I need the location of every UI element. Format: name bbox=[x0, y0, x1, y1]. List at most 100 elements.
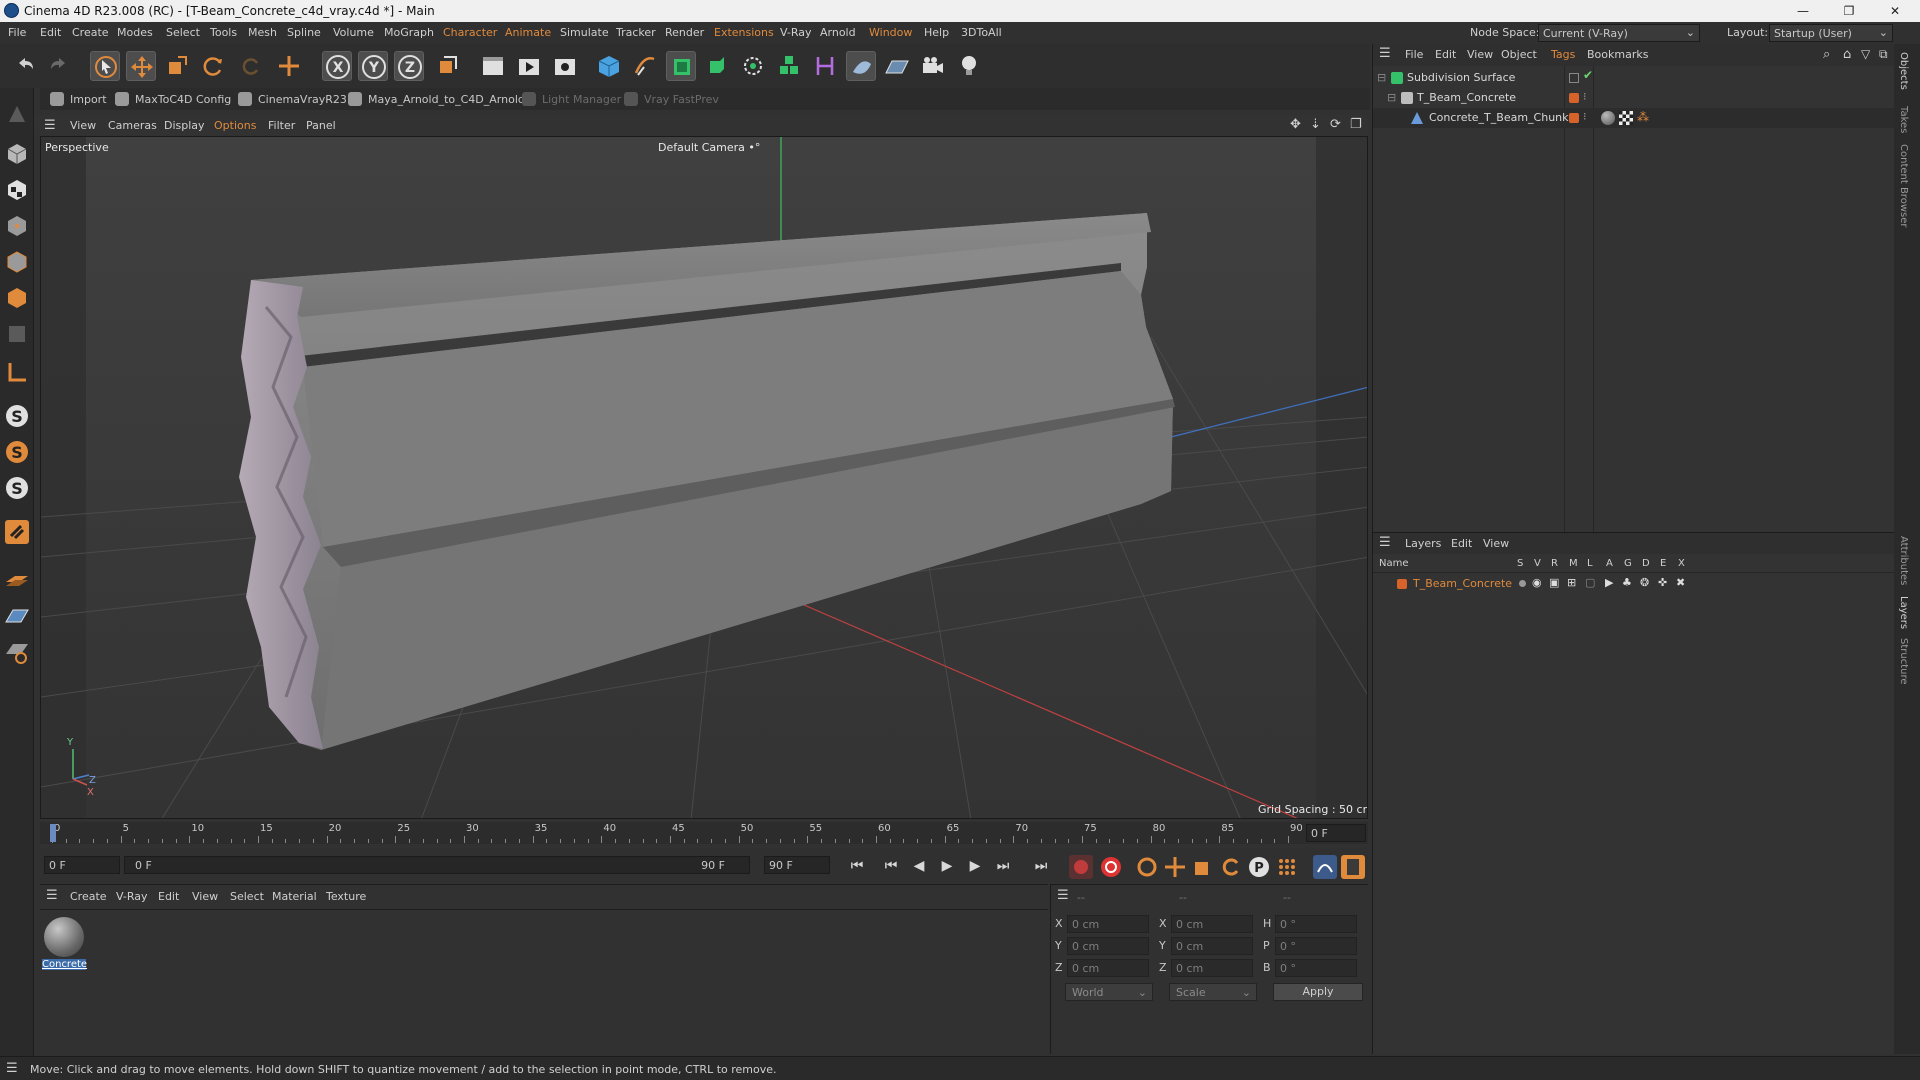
layer-color-swatch[interactable] bbox=[1397, 579, 1407, 589]
material-menu-icon[interactable]: ☰ bbox=[46, 888, 58, 903]
grid-plane-button[interactable] bbox=[3, 602, 31, 630]
floor-button[interactable] bbox=[882, 51, 912, 81]
manager-icon[interactable]: ⊞ bbox=[1567, 576, 1576, 589]
rotate-tool-button[interactable] bbox=[198, 51, 228, 81]
rot-b-field[interactable]: 0 ° bbox=[1275, 959, 1357, 977]
pos-x-field[interactable]: 0 cm bbox=[1067, 915, 1149, 933]
column-animation[interactable]: A bbox=[1606, 558, 1613, 569]
menu-select[interactable]: Select bbox=[166, 26, 200, 39]
record-active-objects-button[interactable] bbox=[1068, 854, 1094, 880]
minimize-button[interactable]: — bbox=[1780, 0, 1826, 22]
menu-help[interactable]: Help bbox=[924, 26, 949, 39]
column-xref[interactable]: X bbox=[1678, 558, 1685, 569]
object-menu-tags[interactable]: Tags bbox=[1551, 48, 1575, 61]
camera-button[interactable] bbox=[918, 51, 948, 81]
perspective-viewport[interactable]: Perspective Default Camera •° Grid Spaci… bbox=[40, 136, 1368, 819]
material-menu-view[interactable]: View bbox=[192, 890, 218, 903]
filter-icon[interactable]: ▽ bbox=[1861, 47, 1870, 61]
recent-tool-button[interactable] bbox=[236, 51, 266, 81]
enabled-check-icon[interactable]: ✔ bbox=[1583, 68, 1593, 82]
menu-3dtoall[interactable]: 3DToAll bbox=[961, 26, 1002, 39]
status-menu-icon[interactable]: ☰ bbox=[6, 1061, 18, 1076]
pos-z-field[interactable]: 0 cm bbox=[1067, 959, 1149, 977]
material-menu-create[interactable]: Create bbox=[70, 890, 107, 903]
object-menu-file[interactable]: File bbox=[1405, 48, 1423, 61]
motion-system-button[interactable] bbox=[1312, 854, 1338, 880]
new-window-icon[interactable]: ⧉ bbox=[1879, 47, 1888, 62]
object-menu-bookmarks[interactable]: Bookmarks bbox=[1587, 48, 1648, 61]
timeline-window-button[interactable] bbox=[1340, 854, 1366, 880]
layer-menu-edit[interactable]: Edit bbox=[1451, 537, 1472, 550]
light-manager-button[interactable]: Light Manager bbox=[522, 92, 621, 106]
expression-icon[interactable]: ✜ bbox=[1658, 576, 1667, 589]
column-locked[interactable]: L bbox=[1587, 558, 1593, 569]
parameter-key-button[interactable]: P bbox=[1246, 854, 1272, 880]
rot-p-field[interactable]: 0 ° bbox=[1275, 937, 1357, 955]
snap-toggle-button[interactable]: S bbox=[3, 402, 31, 430]
maxtoc4d-config-button[interactable]: MaxToC4D Config bbox=[115, 92, 231, 106]
render-icon[interactable]: ▣ bbox=[1549, 576, 1559, 589]
side-tab-layers[interactable]: Layers bbox=[1898, 596, 1909, 629]
column-deformers[interactable]: D bbox=[1642, 558, 1650, 569]
timeline-ruler[interactable]: 0 5 10 15 20 25 30 35 40 45 50 55 60 65 70 75 80 85 90 0 F bbox=[40, 822, 1368, 844]
home-icon[interactable]: ⌂ bbox=[1843, 47, 1851, 62]
coordinate-system-button[interactable] bbox=[432, 51, 462, 81]
snap-settings-button[interactable]: S bbox=[3, 438, 31, 466]
object-menu-edit[interactable]: Edit bbox=[1435, 48, 1456, 61]
material-swatch-concrete[interactable]: Concrete bbox=[42, 917, 87, 973]
maximize-view-icon[interactable]: ❐ bbox=[1350, 117, 1362, 132]
viewport-menu-display[interactable]: Display bbox=[164, 119, 205, 132]
import-plugin-button[interactable]: Import bbox=[50, 92, 107, 106]
mograph-cloner-button[interactable] bbox=[738, 51, 768, 81]
side-tab-objects[interactable]: Objects bbox=[1898, 52, 1909, 90]
viewport-menu-icon[interactable]: ☰ bbox=[44, 118, 56, 133]
vray-fastprev-button[interactable]: Vray FastPrev bbox=[624, 92, 719, 106]
previous-key-button[interactable]: ⏮ bbox=[880, 855, 902, 877]
layer-menu-view[interactable]: View bbox=[1483, 537, 1509, 550]
extrude-button[interactable] bbox=[702, 51, 732, 81]
start-frame-field[interactable]: 0 F bbox=[44, 856, 120, 874]
collapse-icon[interactable]: ⊟ bbox=[1387, 91, 1396, 104]
z-axis-lock-button[interactable]: Z bbox=[394, 51, 424, 81]
object-row-concrete-chunks[interactable]: Concrete_T_Beam_Chunks ⁝ ⁂ bbox=[1373, 108, 1895, 128]
side-tab-attributes[interactable]: Attributes bbox=[1898, 536, 1909, 585]
texture-mode-button[interactable] bbox=[3, 176, 31, 204]
maya-arnold-converter-button[interactable]: Maya_Arnold_to_C4D_Arnold bbox=[348, 92, 525, 106]
close-button[interactable]: ✕ bbox=[1872, 0, 1918, 22]
uvw-tag-icon[interactable] bbox=[1619, 111, 1633, 125]
side-tab-structure[interactable]: Structure bbox=[1898, 638, 1909, 685]
material-tag-icon[interactable] bbox=[1601, 111, 1615, 125]
edges-mode-button[interactable] bbox=[3, 248, 31, 276]
end-frame-field[interactable]: 90 F bbox=[764, 856, 830, 874]
tweak-mode-button[interactable] bbox=[3, 518, 31, 546]
locked-workplane-button[interactable] bbox=[3, 638, 31, 666]
layer-row-t-beam-concrete[interactable]: T_Beam_Concrete ◉ ▣ ⊞ ▢ ▶ ♣ ❂ ✜ ✖ bbox=[1373, 574, 1895, 594]
menu-tracker[interactable]: Tracker bbox=[616, 26, 656, 39]
object-menu-icon[interactable]: ☰ bbox=[1379, 46, 1391, 61]
menu-modes[interactable]: Modes bbox=[117, 26, 153, 39]
y-axis-lock-button[interactable]: Y bbox=[358, 51, 388, 81]
visibility-dots-icon[interactable]: ⁝ bbox=[1583, 110, 1587, 123]
mograph-matrix-button[interactable] bbox=[774, 51, 804, 81]
render-to-picture-viewer-button[interactable] bbox=[514, 51, 544, 81]
coordinates-menu-icon[interactable]: ☰ bbox=[1057, 888, 1069, 903]
menu-window[interactable]: Window bbox=[869, 26, 912, 39]
position-key-button[interactable] bbox=[1162, 854, 1188, 880]
viewport-menu-view[interactable]: View bbox=[70, 119, 96, 132]
menu-extensions[interactable]: Extensions bbox=[714, 26, 774, 39]
size-mode-dropdown[interactable]: Scale ⌄ bbox=[1169, 983, 1257, 1001]
uv-mode-button[interactable] bbox=[3, 320, 31, 348]
vray-tag-icon[interactable]: ⁂ bbox=[1637, 110, 1649, 124]
search-icon[interactable]: ⌕ bbox=[1823, 47, 1830, 62]
menu-simulate[interactable]: Simulate bbox=[560, 26, 609, 39]
menu-mesh[interactable]: Mesh bbox=[248, 26, 277, 39]
next-frame-button[interactable]: ▶ bbox=[964, 855, 986, 877]
eye-icon[interactable]: ◉ bbox=[1532, 576, 1542, 589]
menu-spline[interactable]: Spline bbox=[287, 26, 321, 39]
material-menu-material[interactable]: Material bbox=[272, 890, 317, 903]
layer-menu-layers[interactable]: Layers bbox=[1405, 537, 1441, 550]
current-frame-field[interactable]: 0 F bbox=[1306, 824, 1366, 842]
play-button[interactable]: ▶ bbox=[936, 855, 958, 877]
material-menu-texture[interactable]: Texture bbox=[326, 890, 366, 903]
menu-animate[interactable]: Animate bbox=[505, 26, 551, 39]
